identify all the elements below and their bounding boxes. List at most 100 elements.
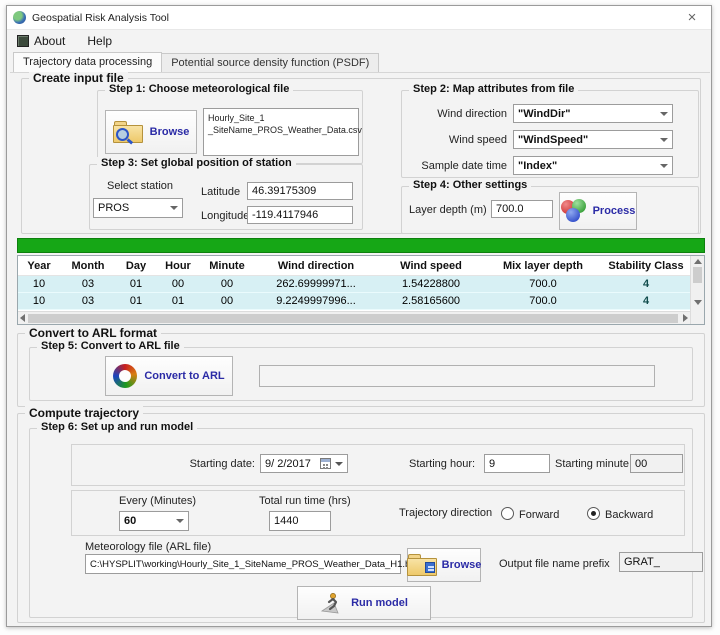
forward-radio[interactable]: Forward <box>501 505 559 523</box>
tab-trajectory-data-processing[interactable]: Trajectory data processing <box>13 52 162 72</box>
output-prefix-field[interactable]: GRAT_ <box>619 552 703 572</box>
latitude-field[interactable]: 46.39175309 <box>247 182 353 200</box>
convert-to-arl-title: Convert to ARL format <box>25 326 161 340</box>
station-select[interactable]: PROS <box>93 198 183 218</box>
convert-to-arl-button[interactable]: Convert to ARL <box>105 356 233 396</box>
layer-depth-label: Layer depth (m) <box>409 204 487 216</box>
table-cell: 03 <box>60 293 116 309</box>
longitude-label: Longitude <box>201 210 249 222</box>
starting-hour-label: Starting hour: <box>409 458 475 470</box>
table-header-cell[interactable]: Stability Class <box>602 256 690 275</box>
starting-minute-label: Starting minute: <box>555 458 632 470</box>
table-cell: 00 <box>156 276 200 292</box>
table-cell: 10 <box>18 276 60 292</box>
close-button[interactable]: × <box>677 6 707 29</box>
meteorology-file-field[interactable]: C:\HYSPLIT\working\Hourly_Site_1_SiteNam… <box>85 554 401 574</box>
wind-direction-label: Wind direction <box>405 108 507 120</box>
step1-title: Step 1: Choose meteorological file <box>105 83 293 95</box>
scroll-up-icon[interactable] <box>694 259 702 264</box>
table-header-cell[interactable]: Day <box>116 256 156 275</box>
runner-icon <box>320 591 344 615</box>
menu-item-about[interactable]: About <box>17 34 65 48</box>
table-cell: 03 <box>60 276 116 292</box>
chevron-down-icon <box>176 519 184 523</box>
trajectory-direction-label: Trajectory direction <box>399 507 492 519</box>
chevron-down-icon <box>660 138 668 142</box>
select-station-label: Select station <box>107 180 173 192</box>
table-header-row: YearMonthDayHourMinuteWind directionWind… <box>18 256 690 276</box>
table-cell: 01 <box>116 293 156 309</box>
table-cell: 00 <box>200 276 254 292</box>
wind-speed-label: Wind speed <box>405 134 507 146</box>
table-header-cell[interactable]: Year <box>18 256 60 275</box>
table-cell: 2.58165600 <box>378 293 484 309</box>
file-name-line2: _SiteName_PROS_Weather_Data.csv <box>208 124 354 136</box>
colored-spheres-icon <box>561 199 589 223</box>
chevron-down-icon <box>335 462 343 466</box>
table-header-cell[interactable]: Mix layer depth <box>484 256 602 275</box>
compute-trajectory-title: Compute trajectory <box>25 406 143 420</box>
scroll-right-icon[interactable] <box>683 314 688 322</box>
file-name-line1: Hourly_Site_1 <box>208 112 354 124</box>
scroll-down-icon[interactable] <box>694 300 702 305</box>
folder-document-icon <box>407 554 437 577</box>
longitude-field[interactable]: -119.4117946 <box>247 206 353 224</box>
step3-title: Step 3: Set global position of station <box>97 157 296 169</box>
total-run-time-label: Total run time (hrs) <box>259 495 351 507</box>
circular-arrows-icon <box>113 364 137 388</box>
table-cell: 4 <box>602 276 690 292</box>
every-minutes-select[interactable]: 60 <box>119 511 189 531</box>
latitude-label: Latitude <box>201 186 240 198</box>
tab-strip: Trajectory data processing Potential sou… <box>13 52 379 72</box>
wind-speed-select[interactable]: "WindSpeed" <box>513 130 673 149</box>
layer-depth-field[interactable]: 700.0 <box>491 200 553 218</box>
radio-button-icon[interactable] <box>501 507 514 520</box>
browse-meteorological-file-button[interactable]: Browse <box>105 110 197 154</box>
sample-date-time-label: Sample date time <box>405 160 507 172</box>
table-cell: 10 <box>18 293 60 309</box>
process-button[interactable]: Process <box>559 192 637 230</box>
run-model-button[interactable]: Run model <box>297 586 431 620</box>
table-cell: 700.0 <box>484 293 602 309</box>
table-header-cell[interactable]: Wind speed <box>378 256 484 275</box>
every-minutes-label: Every (Minutes) <box>119 495 196 507</box>
starting-date-label: Starting date: <box>157 458 255 470</box>
menu-item-help[interactable]: Help <box>87 34 112 48</box>
sample-date-time-select[interactable]: "Index" <box>513 156 673 175</box>
radio-button-icon[interactable] <box>587 507 600 520</box>
step4-title: Step 4: Other settings <box>409 179 531 191</box>
starting-date-picker[interactable]: 9/ 2/2017 <box>260 454 348 473</box>
browse-arl-file-button[interactable]: Browse <box>407 548 481 582</box>
backward-radio[interactable]: Backward <box>587 505 653 523</box>
meteorological-file-display[interactable]: Hourly_Site_1 _SiteName_PROS_Weather_Dat… <box>203 108 359 156</box>
scroll-left-icon[interactable] <box>20 314 25 322</box>
table-cell: 4 <box>602 293 690 309</box>
table-horizontal-scrollbar[interactable] <box>18 311 690 324</box>
starting-hour-field[interactable]: 9 <box>484 454 550 473</box>
table-header-cell[interactable]: Wind direction <box>254 256 378 275</box>
chevron-down-icon <box>170 206 178 210</box>
horizontal-scroll-thumb[interactable] <box>28 314 678 323</box>
wind-direction-select[interactable]: "WindDir" <box>513 104 673 123</box>
tab-psdf[interactable]: Potential source density function (PSDF) <box>161 53 379 72</box>
step6-title: Step 6: Set up and run model <box>37 421 197 433</box>
starting-minute-field[interactable]: 00 <box>630 454 683 473</box>
vertical-scroll-thumb[interactable] <box>693 267 702 283</box>
table-header-cell[interactable]: Month <box>60 256 116 275</box>
output-prefix-label: Output file name prefix <box>499 558 610 570</box>
table-row[interactable]: 1003010000262.69999971...1.54228800700.0… <box>18 276 690 293</box>
table-row[interactable]: 10030101009.2249997996...2.58165600700.0… <box>18 293 690 310</box>
step5-title: Step 5: Convert to ARL file <box>37 340 184 352</box>
table-cell: 01 <box>116 276 156 292</box>
table-cell: 262.69999971... <box>254 276 378 292</box>
app-window: Geospatial Risk Analysis Tool × About He… <box>6 5 712 627</box>
window-title: Geospatial Risk Analysis Tool <box>32 12 169 24</box>
table-header-cell[interactable]: Hour <box>156 256 200 275</box>
total-run-time-field[interactable]: 1440 <box>269 511 331 531</box>
table-header-cell[interactable]: Minute <box>200 256 254 275</box>
table-cell: 1.54228800 <box>378 276 484 292</box>
calendar-icon <box>320 458 331 469</box>
title-bar: Geospatial Risk Analysis Tool × <box>7 6 711 30</box>
folder-search-icon <box>113 121 143 144</box>
table-vertical-scrollbar[interactable] <box>690 256 704 324</box>
